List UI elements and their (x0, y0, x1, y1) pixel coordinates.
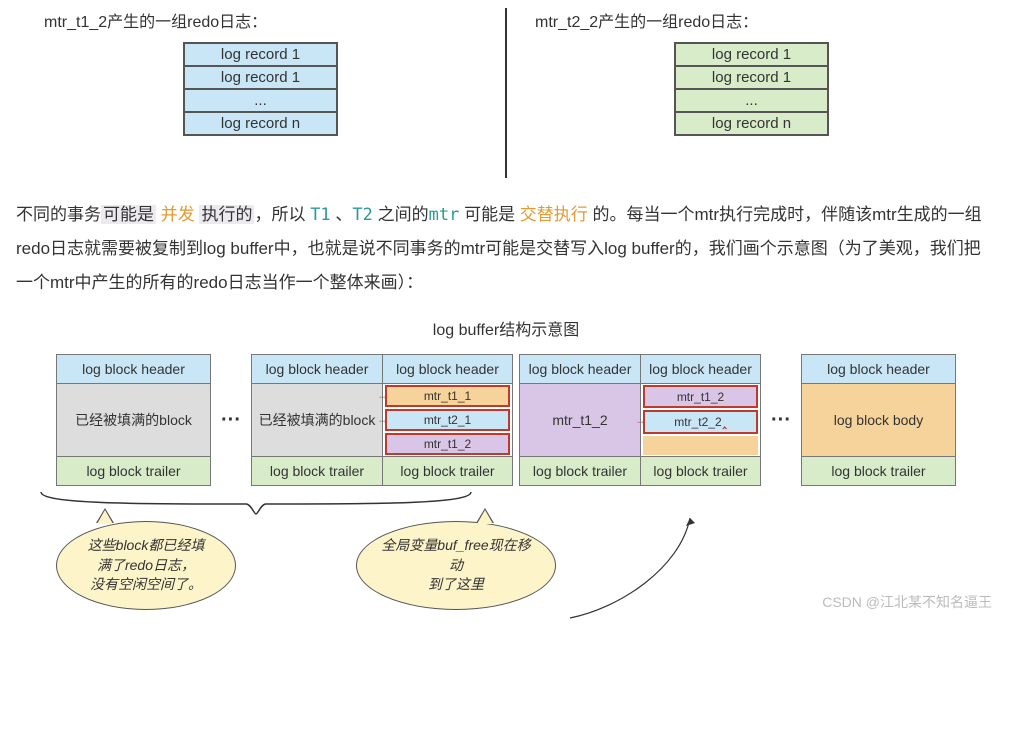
watermark: CSDN @江北某不知名逼王 (822, 592, 992, 612)
ellipsis: ··· (767, 409, 795, 432)
log-block-full-1: log block header 已经被填满的block log block t… (56, 354, 211, 486)
table-cell: log record 1 (675, 66, 828, 89)
block-body-slots-2: mtr_t1_2 mtr_t2_2 ‸ (641, 384, 760, 456)
orange-text: 交替执行 (520, 205, 588, 224)
log-block-full-2: log block header 已经被填满的block log block t… (252, 355, 382, 485)
block-header: log block header (383, 355, 512, 384)
slot-mtr-t1-2: mtr_t1_2 (385, 433, 510, 455)
text: 之间的 (373, 205, 429, 224)
log-buffer-blocks: log block header 已经被填满的block log block t… (16, 354, 996, 486)
table-cell: log record n (675, 112, 828, 135)
log-block-partial-2: log block header mtr_t1_2 mtr_t2_2 ‸ log… (640, 355, 760, 485)
table-cell: log record 1 (184, 66, 337, 89)
explanation-paragraph: 不同的事务可能是 并发 执行的，所以 T1 、T2 之间的mtr 可能是 交替执… (16, 198, 996, 300)
table-cell: log record n (184, 112, 337, 135)
left-record-table: log record 1 log record 1 ... log record… (183, 42, 338, 136)
log-block-template: log block header log block body log bloc… (801, 354, 956, 486)
slot-mtr-t1-1: mtr_t1_1 (385, 385, 510, 407)
slot-empty (643, 436, 758, 455)
block-body: log block body (802, 384, 955, 456)
bubble-line: 到了这里 (428, 576, 484, 592)
right-record-table: log record 1 log record 1 ... log record… (674, 42, 829, 136)
bubble-tail-icon (97, 510, 113, 524)
code-t2: T2 (352, 205, 372, 225)
text: 、 (331, 205, 353, 224)
top-right: mtr_t2_2产生的一组redo日志： log record 1 log re… (507, 8, 996, 136)
block-header: log block header (641, 355, 760, 384)
orange-text: 并发 (156, 205, 199, 224)
block-header: log block header (252, 355, 382, 384)
text: 不同的事务 (16, 205, 101, 224)
bubble-left: 这些block都已经填 满了redo日志， 没有空闲空间了。 (56, 521, 236, 610)
slot-label: mtr_t2_2 (674, 415, 721, 429)
table-cell: log record 1 (184, 43, 337, 66)
text: ，所以 (254, 205, 310, 224)
bubble-line: 没有空闲空间了。 (90, 576, 202, 592)
block-header: log block header (802, 355, 955, 384)
top-left: mtr_t1_2产生的一组redo日志： log record 1 log re… (16, 8, 505, 136)
top-left-title: mtr_t1_2产生的一组redo日志： (44, 8, 495, 32)
top-right-title: mtr_t2_2产生的一组redo日志： (535, 8, 986, 32)
top-diagram-row: mtr_t1_2产生的一组redo日志： log record 1 log re… (16, 8, 996, 178)
slot-mtr-t2-2-cursor: mtr_t2_2 ‸ (643, 410, 758, 433)
highlight-text: 可能是 (101, 205, 156, 224)
code-mtr: mtr (429, 205, 460, 225)
slot-mtr-t2-1: mtr_t2_1 (385, 409, 510, 431)
ellipsis: ··· (217, 409, 245, 432)
bubble-tail-icon (477, 510, 493, 524)
block-trailer: log block trailer (57, 456, 210, 485)
text: 可能是 (459, 205, 519, 224)
log-block-partial-1: log block header mtr_t1_1 mtr_t2_1 mtr_t… (382, 355, 512, 485)
block-trailer: log block trailer (641, 456, 760, 485)
log-block-pair-left: log block header 已经被填满的block log block t… (251, 354, 513, 486)
block-body-full: 已经被填满的block (57, 384, 210, 456)
figure-title: log buffer结构示意图 (16, 316, 996, 340)
block-trailer: log block trailer (520, 456, 640, 485)
block-body-full: 已经被填满的block (252, 384, 382, 456)
block-trailer: log block trailer (802, 456, 955, 485)
bubble-line: 这些block都已经填 (88, 537, 205, 553)
slot-mtr-t1-2b: mtr_t1_2 (643, 385, 758, 408)
block-header: log block header (520, 355, 640, 384)
block-trailer: log block trailer (383, 456, 512, 485)
table-cell: log record 1 (675, 43, 828, 66)
block-body-mtr-t1-2: mtr_t1_2 (520, 384, 640, 456)
block-header: log block header (57, 355, 210, 384)
block-trailer: log block trailer (252, 456, 382, 485)
pointer-arrow (560, 508, 720, 628)
code-t1: T1 (310, 205, 330, 225)
table-cell: ... (184, 89, 337, 112)
table-cell: ... (675, 89, 828, 112)
bubble-line: 满了redo日志， (97, 557, 195, 573)
bubble-right: 全局变量buf_free现在移动 到了这里 (356, 521, 556, 610)
block-body-slots: mtr_t1_1 mtr_t2_1 mtr_t1_2 (383, 384, 512, 456)
highlight-text: 执行的 (199, 205, 254, 224)
log-block-mtr-t1-2: log block header mtr_t1_2 log block trai… (520, 355, 640, 485)
log-block-pair-right: log block header mtr_t1_2 log block trai… (519, 354, 761, 486)
cursor-icon: ‸ (723, 415, 727, 429)
bubble-line: 全局变量buf_free现在移动 (381, 537, 530, 573)
